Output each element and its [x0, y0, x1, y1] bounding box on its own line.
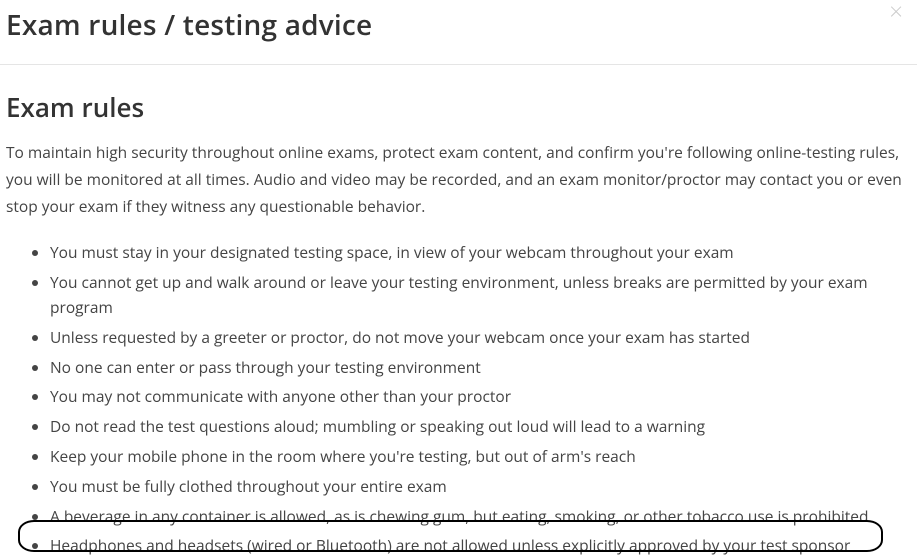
- list-item: You cannot get up and walk around or lea…: [50, 270, 911, 320]
- rules-list: You must stay in your designated testing…: [6, 240, 911, 558]
- list-item: You must stay in your designated testing…: [50, 240, 911, 265]
- list-item: Do not read the test questions aloud; mu…: [50, 414, 911, 439]
- list-item: You must be fully clothed throughout you…: [50, 474, 911, 499]
- intro-paragraph: To maintain high security throughout onl…: [6, 139, 911, 220]
- list-item: You may not communicate with anyone othe…: [50, 384, 911, 409]
- list-item: Unless requested by a greeter or proctor…: [50, 325, 911, 350]
- modal-header: Exam rules / testing advice ×: [0, 0, 917, 65]
- list-item: Headphones and headsets (wired or Blueto…: [50, 533, 911, 558]
- content-area: Exam rules To maintain high security thr…: [0, 65, 917, 558]
- section-heading: Exam rules: [6, 89, 911, 125]
- list-item: Keep your mobile phone in the room where…: [50, 444, 911, 469]
- list-item: No one can enter or pass through your te…: [50, 355, 911, 380]
- page-title: Exam rules / testing advice: [6, 6, 911, 44]
- list-item: A beverage in any container is allowed, …: [50, 504, 911, 529]
- close-icon[interactable]: ×: [889, 0, 903, 24]
